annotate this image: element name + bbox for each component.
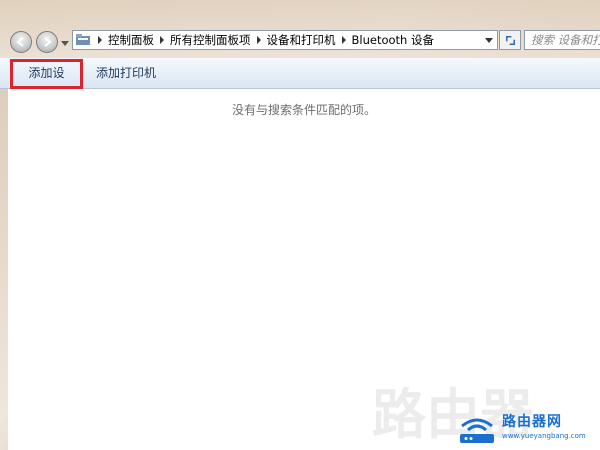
breadcrumb-control-panel[interactable]: 控制面板 [108, 32, 154, 48]
breadcrumb-devices-printers[interactable]: 设备和打印机 [267, 32, 336, 48]
refresh-icon [505, 35, 515, 45]
breadcrumb-all-items[interactable]: 所有控制面板项 [170, 32, 251, 48]
address-dropdown-icon[interactable] [485, 36, 493, 44]
address-bar[interactable]: 控制面板 所有控制面板项 设备和打印机 Bluetooth 设备 [72, 30, 498, 50]
add-device-button[interactable]: 添加设备 [10, 59, 83, 102]
router-logo-icon [460, 418, 494, 443]
back-arrow-icon [16, 37, 24, 47]
add-printer-button[interactable]: 添加打印机 [86, 58, 166, 88]
back-button[interactable] [10, 31, 32, 53]
breadcrumb-arrow-icon[interactable] [157, 35, 167, 45]
empty-results-message: 没有与搜索条件匹配的项。 [231, 103, 376, 117]
folder-icon [76, 34, 90, 45]
breadcrumb-arrow-icon[interactable] [254, 35, 264, 45]
watermark-url: www.yueyangbang.com [502, 432, 586, 440]
breadcrumb-arrow-icon[interactable] [339, 35, 349, 45]
refresh-button[interactable] [499, 30, 521, 50]
search-input[interactable]: 搜索 设备和打印机 [524, 30, 600, 50]
forward-button[interactable] [36, 31, 58, 53]
window-chrome: 控制面板 所有控制面板项 设备和打印机 Bluetooth 设备 搜索 设备和打… [0, 0, 600, 58]
forward-arrow-icon [44, 37, 52, 47]
command-bar: 添加设备 添加打印机 [0, 58, 600, 102]
breadcrumb-bluetooth-devices[interactable]: Bluetooth 设备 [352, 32, 434, 48]
history-dropdown-icon[interactable] [61, 39, 69, 47]
breadcrumb-arrow-icon[interactable] [95, 35, 105, 45]
watermark-brand: 路由器网 [502, 414, 562, 430]
